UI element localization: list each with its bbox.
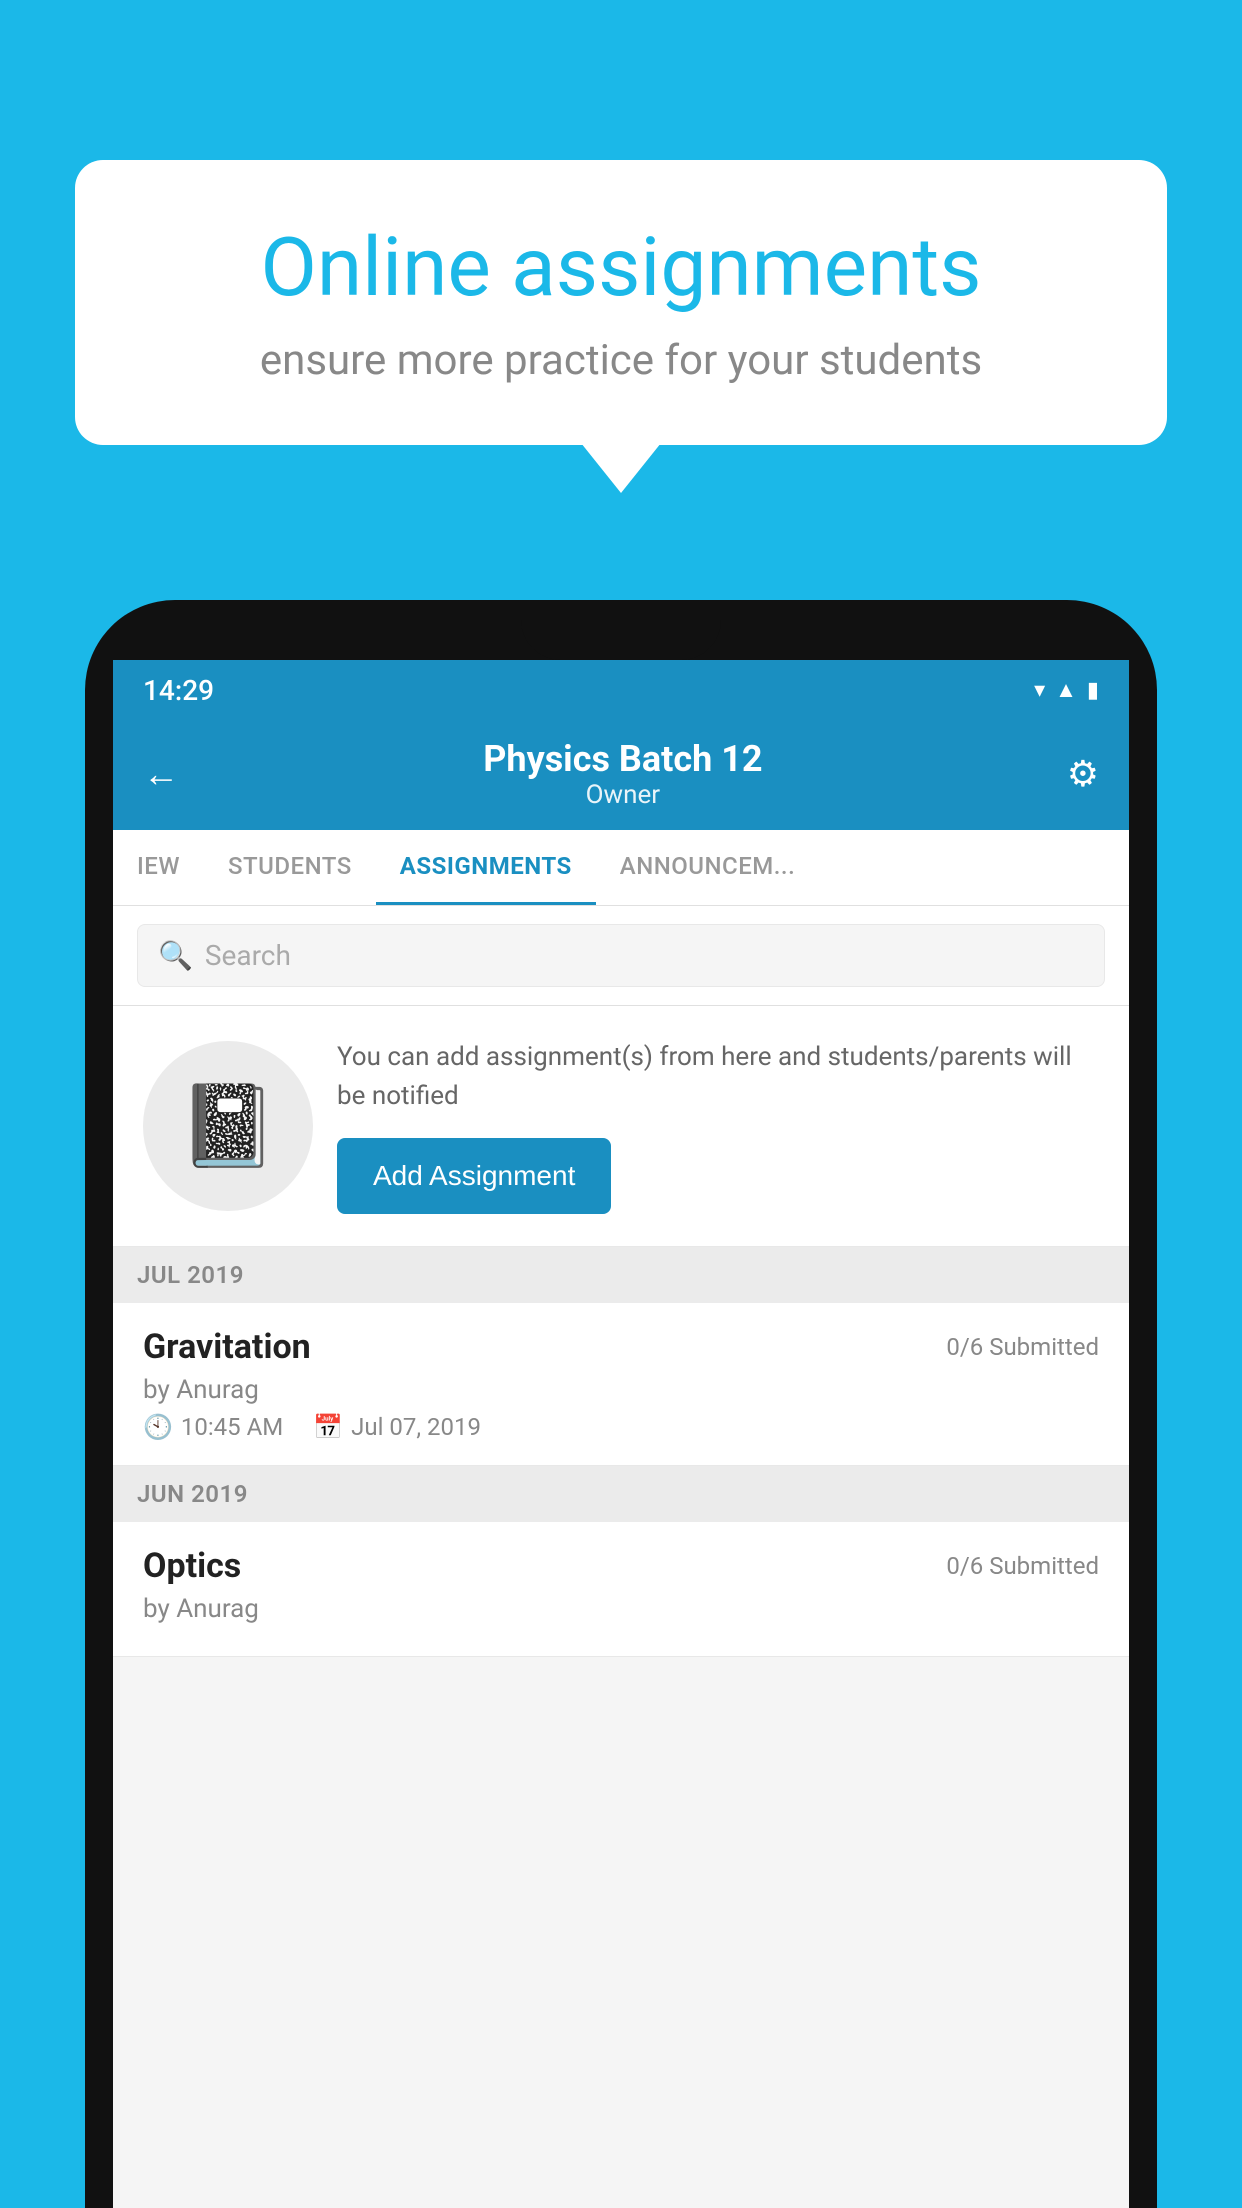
- search-bar[interactable]: 🔍 Search: [137, 924, 1105, 987]
- assignment-submitted-gravitation: 0/6 Submitted: [946, 1333, 1099, 1361]
- phone-screen: 14:29 ▾ ▲ ▮ ← Physics Batch 12 Owner ⚙ I…: [113, 660, 1129, 2208]
- app-header: ← Physics Batch 12 Owner ⚙: [113, 720, 1129, 830]
- bubble-title: Online assignments: [145, 220, 1097, 316]
- assignment-date-value: Jul 07, 2019: [351, 1413, 481, 1441]
- settings-icon[interactable]: ⚙: [1067, 753, 1099, 795]
- calendar-icon: 📅: [313, 1413, 343, 1441]
- speech-bubble: Online assignments ensure more practice …: [75, 160, 1167, 445]
- tabs-container: IEW STUDENTS ASSIGNMENTS ANNOUNCEM...: [113, 830, 1129, 906]
- assignment-name-optics: Optics: [143, 1546, 241, 1586]
- assignment-item-optics[interactable]: Optics 0/6 Submitted by Anurag: [113, 1522, 1129, 1657]
- status-bar: 14:29 ▾ ▲ ▮: [113, 660, 1129, 720]
- assignment-name-gravitation: Gravitation: [143, 1327, 311, 1367]
- status-icons: ▾ ▲ ▮: [1034, 677, 1099, 703]
- header-subtitle: Owner: [179, 780, 1067, 810]
- search-placeholder: Search: [205, 939, 291, 972]
- assignment-row-optics: Optics 0/6 Submitted: [143, 1546, 1099, 1586]
- notebook-icon: 📓: [178, 1079, 278, 1173]
- assignment-row: Gravitation 0/6 Submitted: [143, 1327, 1099, 1367]
- wifi-icon: ▾: [1034, 678, 1045, 703]
- section-jun-2019: JUN 2019: [113, 1466, 1129, 1522]
- tab-students[interactable]: STUDENTS: [204, 830, 376, 905]
- phone-mockup: 14:29 ▾ ▲ ▮ ← Physics Batch 12 Owner ⚙ I…: [85, 600, 1157, 2208]
- status-time: 14:29: [143, 674, 214, 707]
- assignment-submitted-optics: 0/6 Submitted: [946, 1552, 1099, 1580]
- assignment-time-value: 10:45 AM: [181, 1413, 283, 1441]
- assignment-item-gravitation[interactable]: Gravitation 0/6 Submitted by Anurag 🕙 10…: [113, 1303, 1129, 1466]
- search-container: 🔍 Search: [113, 906, 1129, 1006]
- bubble-subtitle: ensure more practice for your students: [145, 336, 1097, 385]
- tab-announcements[interactable]: ANNOUNCEM...: [596, 830, 819, 905]
- signal-icon: ▲: [1055, 677, 1077, 703]
- search-icon: 🔍: [158, 939, 193, 972]
- back-button[interactable]: ←: [143, 753, 179, 795]
- add-assignment-button[interactable]: Add Assignment: [337, 1138, 611, 1214]
- tab-overview[interactable]: IEW: [113, 830, 204, 905]
- clock-icon: 🕙: [143, 1413, 173, 1441]
- promo-icon-circle: 📓: [143, 1041, 313, 1211]
- section-jul-2019: JUL 2019: [113, 1247, 1129, 1303]
- assignment-author-gravitation: by Anurag: [143, 1375, 1099, 1405]
- promo-text: You can add assignment(s) from here and …: [337, 1038, 1099, 1116]
- assignment-author-optics: by Anurag: [143, 1594, 1099, 1624]
- phone-notch: [521, 600, 721, 660]
- speech-bubble-container: Online assignments ensure more practice …: [75, 160, 1167, 445]
- promo-content: You can add assignment(s) from here and …: [337, 1038, 1099, 1214]
- promo-card: 📓 You can add assignment(s) from here an…: [113, 1006, 1129, 1247]
- assignment-date: 📅 Jul 07, 2019: [313, 1413, 481, 1441]
- header-title: Physics Batch 12: [179, 738, 1067, 780]
- header-center: Physics Batch 12 Owner: [179, 738, 1067, 810]
- assignment-meta-gravitation: 🕙 10:45 AM 📅 Jul 07, 2019: [143, 1413, 1099, 1441]
- tab-assignments[interactable]: ASSIGNMENTS: [376, 830, 596, 905]
- battery-icon: ▮: [1087, 678, 1099, 703]
- assignment-time: 🕙 10:45 AM: [143, 1413, 283, 1441]
